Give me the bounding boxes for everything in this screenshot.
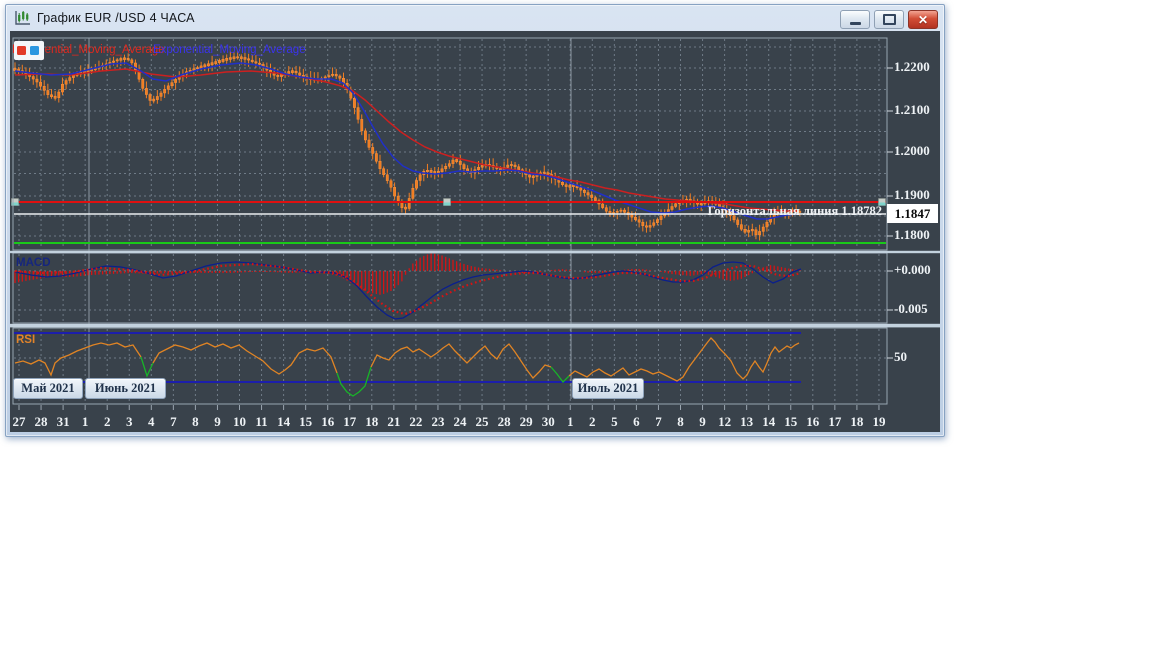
- window-titlebar[interactable]: График EUR /USD 4 ЧАСА ✕: [6, 5, 944, 31]
- price-axis-label: 1.2000: [894, 143, 930, 158]
- x-axis-label: 15: [784, 414, 798, 429]
- desktop: График EUR /USD 4 ЧАСА ✕ Exponential_Mov…: [0, 0, 1152, 648]
- indicator-legend-box: [14, 41, 44, 60]
- rsi-line: [370, 343, 552, 379]
- x-axis-label: 8: [677, 414, 684, 429]
- x-axis-label: 17: [828, 414, 842, 429]
- macd-histogram: [14, 253, 801, 295]
- x-axis-label: 2: [589, 414, 596, 429]
- x-axis-label: 17: [343, 414, 357, 429]
- x-axis-label: 16: [806, 414, 820, 429]
- rsi-line: [14, 342, 142, 377]
- window-controls: ✕: [840, 10, 938, 29]
- x-axis-label: 9: [214, 414, 221, 429]
- close-button[interactable]: ✕: [908, 10, 938, 29]
- x-axis-label: 5: [611, 414, 618, 429]
- ema-blue-swatch-icon[interactable]: [30, 46, 39, 55]
- macd-panel-label: MACD: [16, 257, 51, 269]
- x-axis-label: 7: [655, 414, 662, 429]
- horizontal-line-label[interactable]: Горизонтальная линия 1.18782: [708, 204, 882, 219]
- x-axis-label: 31: [56, 414, 70, 429]
- macd-axis-label: +0.000: [894, 262, 931, 277]
- month-label: Июль 2021: [572, 378, 644, 399]
- close-icon: ✕: [917, 12, 929, 27]
- price-axis-label: 1.1900: [894, 187, 930, 202]
- x-axis-label: 18: [850, 414, 864, 429]
- x-axis-label: 1: [81, 414, 89, 429]
- x-axis-label: 29: [519, 414, 533, 429]
- x-axis-label: 11: [255, 414, 268, 429]
- month-label: Июнь 2021: [85, 378, 166, 399]
- ema-slow-line: [14, 68, 797, 212]
- minimize-icon: [849, 22, 861, 25]
- price-axis-label: 1.2100: [894, 102, 930, 117]
- price-axis-label: 1.2200: [894, 59, 930, 74]
- x-axis-label: 23: [431, 414, 445, 429]
- x-axis-label: 24: [453, 414, 467, 429]
- x-axis-label: 3: [126, 414, 133, 429]
- minimize-button[interactable]: [840, 10, 870, 29]
- x-axis-label: 21: [387, 414, 401, 429]
- x-axis-label: 19: [872, 414, 886, 429]
- chart-client-area[interactable]: Exponential_Moving_Average Exponential_M…: [10, 31, 940, 432]
- maximize-icon: [882, 14, 896, 25]
- x-axis-label: 1: [567, 414, 574, 429]
- maximize-button[interactable]: [874, 10, 904, 29]
- x-axis-label: 22: [409, 414, 423, 429]
- x-axis-label: 14: [762, 414, 776, 429]
- x-axis-label: 6: [633, 414, 640, 429]
- x-axis-label: 9: [699, 414, 706, 429]
- x-axis-label: 18: [365, 414, 379, 429]
- current-price-tag: 1.1847: [887, 204, 938, 223]
- x-axis-label: 27: [12, 414, 26, 429]
- x-axis-label: 10: [233, 414, 246, 429]
- chart-app-icon: [13, 10, 31, 26]
- x-axis-label: 13: [740, 414, 754, 429]
- macd-axis-label: -0.005: [894, 301, 928, 316]
- panel-splitter[interactable]: [10, 250, 940, 254]
- chart-canvas[interactable]: [10, 31, 940, 432]
- ema-red-swatch-icon[interactable]: [17, 46, 26, 55]
- month-label: Май 2021: [13, 378, 83, 399]
- x-axis-label: 25: [475, 414, 489, 429]
- x-axis-label: 16: [321, 414, 335, 429]
- x-axis-label: 8: [192, 414, 199, 429]
- x-axis-label: 28: [497, 414, 511, 429]
- rsi-line: [550, 366, 570, 383]
- candlestick-series: [13, 51, 802, 241]
- x-axis-label: 2: [103, 414, 111, 429]
- price-axis-label: 1.1800: [894, 227, 930, 242]
- chart-window: График EUR /USD 4 ЧАСА ✕ Exponential_Mov…: [5, 4, 945, 437]
- rsi-axis-label: 50: [894, 349, 907, 364]
- x-axis-label: 28: [34, 414, 48, 429]
- x-axis-label: 14: [277, 414, 291, 429]
- rsi-panel-label: RSI: [16, 334, 36, 346]
- x-axis-label: 4: [148, 414, 155, 429]
- legend-ema-fast-label: Exponential_Moving_Average: [153, 44, 306, 56]
- window-title: График EUR /USD 4 ЧАСА: [37, 11, 195, 25]
- x-axis-label: 30: [541, 414, 555, 429]
- x-axis-label: 12: [718, 414, 732, 429]
- x-axis-label: 7: [170, 414, 177, 429]
- panel-splitter[interactable]: [10, 323, 940, 328]
- rsi-line: [568, 337, 800, 382]
- x-axis-label: 15: [299, 414, 313, 429]
